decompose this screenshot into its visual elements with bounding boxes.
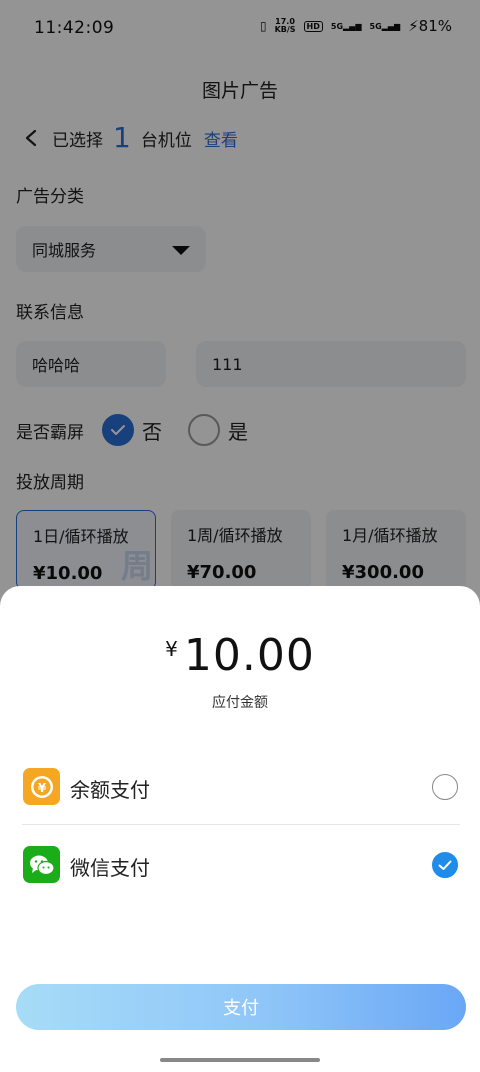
payment-sheet: ¥10.00 应付金额 ¥ 余额支付 微信支付 支付	[0, 586, 480, 1072]
pay-method-name: 余额支付	[70, 778, 150, 802]
balance-yen-icon: ¥	[23, 768, 60, 805]
svg-text:¥: ¥	[37, 781, 46, 795]
pay-method-radio[interactable]	[432, 774, 458, 800]
wechat-icon	[23, 846, 60, 883]
pay-method-name: 微信支付	[70, 856, 150, 880]
pay-method-wechat[interactable]: 微信支付	[0, 832, 480, 898]
amount-value: 10.00	[183, 630, 315, 681]
payment-amount: ¥10.00	[0, 630, 480, 681]
pay-method-balance[interactable]: ¥ 余额支付	[0, 754, 480, 820]
check-icon	[438, 860, 452, 870]
pay-button[interactable]: 支付	[16, 984, 466, 1030]
home-indicator[interactable]	[160, 1058, 320, 1062]
currency-symbol: ¥	[165, 637, 178, 661]
amount-label: 应付金额	[212, 695, 268, 711]
method-divider	[22, 824, 460, 825]
pay-method-radio[interactable]	[432, 852, 458, 878]
